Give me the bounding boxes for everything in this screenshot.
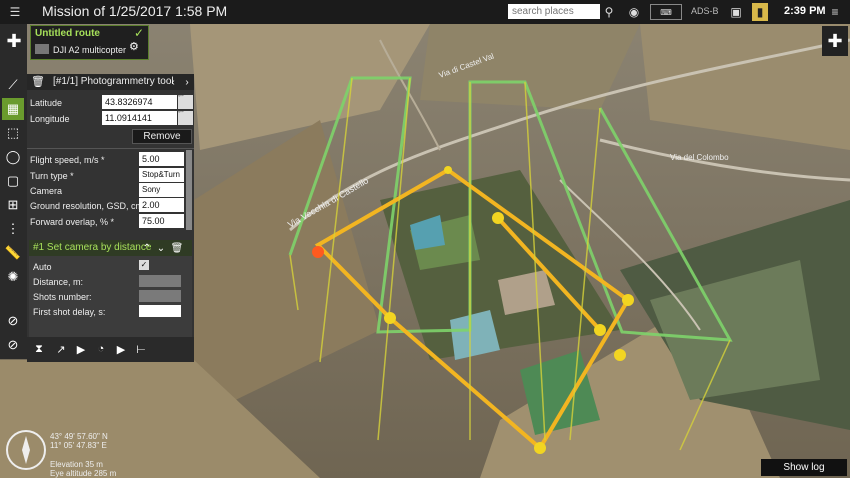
camera-distance-icon[interactable]: ▶ [113,341,129,357]
dms-toggle-icon[interactable]: °′″ [178,95,193,109]
auto-label: Auto [33,262,52,272]
add-vehicle-icon[interactable]: ✚ [822,26,848,56]
panel-header: 🗑 [#1/1] Photogrammetry tool ‹ › [27,74,194,90]
ruler-icon[interactable]: 📏 [2,242,24,264]
scrollbar[interactable] [186,150,192,230]
delay-label: First shot delay, s: [33,307,106,317]
route-name: Untitled route [35,28,100,39]
circle-icon[interactable]: ◯ [2,146,24,168]
camera-label: Camera [30,186,63,196]
route-tool-icon[interactable]: ⟋ [2,74,24,96]
poi-icon[interactable]: ↗ [53,341,69,357]
search-input[interactable] [508,4,600,19]
next-icon[interactable]: › [181,76,193,88]
drone-icon [35,44,49,54]
compass-icon[interactable] [4,428,48,472]
longitude-label: Longitude [30,114,70,124]
no-fly-icon[interactable]: ⊘ [2,310,24,332]
top-bar: ☰ Mission of 1/25/2017 1:58 PM ⚲ ◉ ⌨ ADS… [0,0,850,24]
shots-label: Shots number: [33,292,92,302]
eye-altitude-readout: Eye altitude 285 m [50,469,117,478]
longitude-readout: 11° 05' 47.83" E [50,441,107,450]
photogrammetry-panel: 🗑 [#1/1] Photogrammetry tool ‹ › Latitud… [27,74,194,337]
flight-speed-field[interactable]: 5.00 [139,152,184,166]
video-icon[interactable]: ▣ [726,3,746,21]
turn-type-label: Turn type * [30,171,74,181]
area-icon[interactable]: ⬚ [2,122,24,144]
panel-title: [#1/1] Photogrammetry tool [53,76,174,87]
camera-timer-icon[interactable]: ◔ [93,341,109,357]
action-title: #1 Set camera by distance [33,242,152,253]
clock: 2:39 PM [784,5,826,17]
menu-icon[interactable]: ≡ [826,3,844,21]
auto-checkbox[interactable]: ✓ [139,260,149,270]
gsd-field[interactable]: 2.00 [139,198,184,212]
grid-icon[interactable]: ⊞ [2,194,24,216]
svg-text:Via del Colombo: Via del Colombo [670,153,729,162]
square-icon[interactable]: ▢ [2,170,24,192]
battery-icon[interactable]: ▮ [752,3,768,21]
show-log-button[interactable]: Show log [761,459,847,476]
search-icon[interactable]: ⚲ [601,3,617,21]
move-up-icon[interactable]: ⌃ [141,242,153,254]
left-toolbar: ⟋ ▦ ⬚ ◯ ▢ ⊞ ⋮ 📏 ✺ ⊘ ⊘ [0,24,27,359]
action-header: #1 Set camera by distance ⌃ ⌄ 🗑 [29,240,192,256]
status-readout: 43° 49' 57.60" N 11° 05' 47.83" E Elevat… [50,432,116,478]
latitude-field[interactable]: 43.8326974 [102,95,177,109]
turn-type-select[interactable]: Stop&Turn [139,168,184,182]
latitude-readout: 43° 49' 57.60" N [50,432,108,441]
prev-icon[interactable]: ‹ [167,76,179,88]
trash-icon[interactable]: 🗑 [171,242,184,254]
camera-select[interactable]: Sony A6000 [139,183,184,208]
hourglass-icon[interactable]: ⧗ [31,341,47,357]
distance-field[interactable] [139,275,181,287]
block-icon[interactable]: ⊘ [2,334,24,356]
remove-button[interactable]: Remove [132,129,192,144]
settings-icon[interactable]: ⚙ [129,40,139,53]
divider [27,148,194,149]
dms-toggle-icon[interactable]: °′″ [178,111,193,125]
shots-field[interactable] [139,290,181,302]
ruler-icon[interactable]: ⊢ [133,341,149,357]
globe-icon[interactable]: ◉ [626,3,642,21]
add-route-icon[interactable]: ✚ [2,26,26,56]
camera-mode-icon[interactable]: ▶ [73,341,89,357]
action-panel: #1 Set camera by distance ⌃ ⌄ 🗑 Auto ✓ D… [29,240,192,337]
overlap-label: Forward overlap, % * [30,217,115,227]
trash-icon[interactable]: 🗑 [31,75,45,88]
photogrammetry-icon[interactable]: ▦ [2,98,24,120]
check-icon[interactable]: ✓ [134,26,144,40]
distance-label: Distance, m: [33,277,84,287]
sun-icon[interactable]: ✺ [2,266,24,288]
latitude-label: Latitude [30,98,63,108]
action-toolbar: ⧗ ↗ ▶ ◔ ▶ ⊢ [27,337,194,362]
window-title: Mission of 1/25/2017 1:58 PM [42,3,228,19]
delay-field[interactable] [139,305,181,317]
menu-icon[interactable]: ☰ [4,3,26,21]
gsd-label: Ground resolution, GSD, cm * [30,201,150,211]
move-down-icon[interactable]: ⌄ [155,242,167,254]
corridor-icon[interactable]: ⋮ [2,218,24,240]
keyboard-icon[interactable]: ⌨ [650,4,682,20]
flight-speed-label: Flight speed, m/s * [30,155,105,165]
elevation-readout: Elevation 35 m [50,460,103,469]
longitude-field[interactable]: 11.0914141 [102,111,177,125]
overlap-field[interactable]: 75.00 [139,214,184,228]
drone-name: DJI A2 multicopter [53,45,127,55]
adsb-label[interactable]: ADS-B [691,6,719,16]
